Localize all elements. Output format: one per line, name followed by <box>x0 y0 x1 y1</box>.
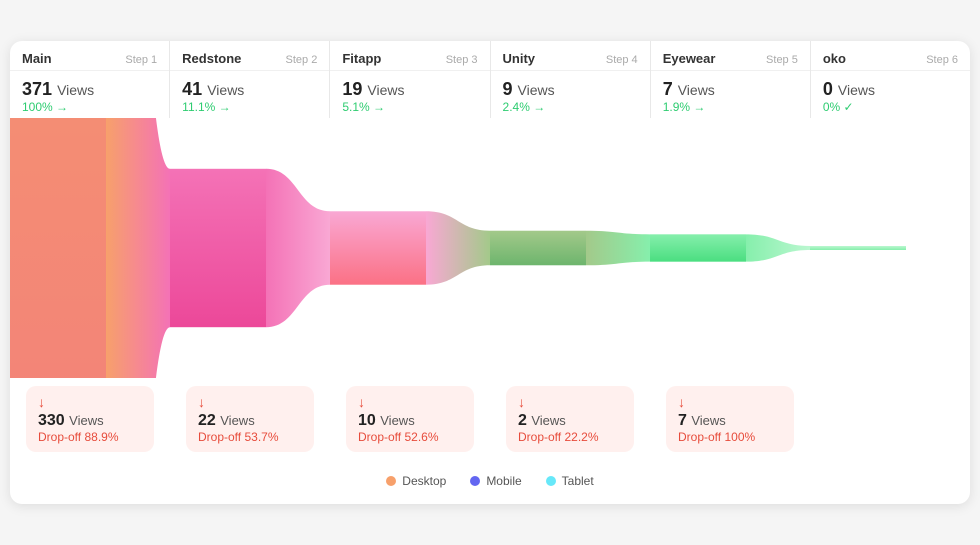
step-col-5: oko Step 6 0 Views0% ✓ <box>811 41 970 118</box>
step-name-5: oko <box>823 51 846 66</box>
step-col-3: Unity Step 4 9 Views2.4% → <box>491 41 651 118</box>
legend-item-2: Tablet <box>546 474 594 488</box>
dropoff-pct-3: Drop-off 22.2% <box>518 430 622 444</box>
views-pct-5: 0% ✓ <box>823 100 958 114</box>
dropoff-pct-2: Drop-off 52.6% <box>358 430 462 444</box>
dropoff-arrow-icon-0: ↓ <box>38 394 142 410</box>
views-count-5: 0 Views <box>823 79 958 100</box>
step-name-3: Unity <box>503 51 536 66</box>
views-count-0: 371 Views <box>22 79 157 100</box>
step-views-0: 371 Views100% → <box>10 71 169 118</box>
step-views-4: 7 Views1.9% → <box>651 71 810 118</box>
dropoff-col-2: ↓ 10 ViewsDrop-off 52.6% <box>330 378 490 464</box>
step-name-2: Fitapp <box>342 51 381 66</box>
step-views-1: 41 Views11.1% → <box>170 71 329 118</box>
dropoff-col-5 <box>810 378 970 464</box>
step-col-4: Eyewear Step 5 7 Views1.9% → <box>651 41 811 118</box>
step-views-3: 9 Views2.4% → <box>491 71 650 118</box>
step-name-4: Eyewear <box>663 51 716 66</box>
step-header-4: Eyewear Step 5 <box>651 41 810 71</box>
dropoff-col-3: ↓ 2 ViewsDrop-off 22.2% <box>490 378 650 464</box>
step-label-4: Step 5 <box>766 54 798 66</box>
views-pct-0: 100% → <box>22 100 157 114</box>
legend-label-2: Tablet <box>562 474 594 488</box>
step-views-2: 19 Views5.1% → <box>330 71 489 118</box>
legend-item-0: Desktop <box>386 474 446 488</box>
views-pct-3: 2.4% → <box>503 100 638 114</box>
views-count-3: 9 Views <box>503 79 638 100</box>
dropoff-col-4: ↓ 7 ViewsDrop-off 100% <box>650 378 810 464</box>
step-header-2: Fitapp Step 3 <box>330 41 489 71</box>
dropoff-col-0: ↓ 330 ViewsDrop-off 88.9% <box>10 378 170 464</box>
step-col-1: Redstone Step 2 41 Views11.1% → <box>170 41 330 118</box>
step-name-0: Main <box>22 51 52 66</box>
legend-dot-2 <box>546 476 556 486</box>
step-label-5: Step 6 <box>926 54 958 66</box>
dropoff-views-count-2: 10 Views <box>358 412 462 430</box>
legend-dot-1 <box>470 476 480 486</box>
dropoff-card-1: ↓ 22 ViewsDrop-off 53.7% <box>186 386 314 452</box>
dropoff-arrow-icon-4: ↓ <box>678 394 782 410</box>
dropoff-views-count-3: 2 Views <box>518 412 622 430</box>
views-count-2: 19 Views <box>342 79 477 100</box>
dropoff-card-3: ↓ 2 ViewsDrop-off 22.2% <box>506 386 634 452</box>
step-label-0: Step 1 <box>125 54 157 66</box>
legend-dot-0 <box>386 476 396 486</box>
dropoff-arrow-icon-1: ↓ <box>198 394 302 410</box>
step-col-0: Main Step 1 371 Views100% → <box>10 41 170 118</box>
step-header-3: Unity Step 4 <box>491 41 650 71</box>
views-count-4: 7 Views <box>663 79 798 100</box>
dropoff-col-1: ↓ 22 ViewsDrop-off 53.7% <box>170 378 330 464</box>
dropoff-card-2: ↓ 10 ViewsDrop-off 52.6% <box>346 386 474 452</box>
dropoff-card-4: ↓ 7 ViewsDrop-off 100% <box>666 386 794 452</box>
dropoff-card-0: ↓ 330 ViewsDrop-off 88.9% <box>26 386 154 452</box>
dropoff-arrow-icon-2: ↓ <box>358 394 462 410</box>
step-views-5: 0 Views0% ✓ <box>811 71 970 118</box>
legend-label-0: Desktop <box>402 474 446 488</box>
views-pct-4: 1.9% → <box>663 100 798 114</box>
dropoff-arrow-icon-3: ↓ <box>518 394 622 410</box>
legend-label-1: Mobile <box>486 474 521 488</box>
dropoff-row: ↓330 ViewsDrop-off 88.9%↓22 ViewsDrop-of… <box>10 378 970 464</box>
step-label-2: Step 3 <box>446 54 478 66</box>
dropoff-views-count-1: 22 Views <box>198 412 302 430</box>
legend-item-1: Mobile <box>470 474 521 488</box>
step-col-2: Fitapp Step 3 19 Views5.1% → <box>330 41 490 118</box>
step-label-3: Step 4 <box>606 54 638 66</box>
step-label-1: Step 2 <box>286 54 318 66</box>
views-pct-2: 5.1% → <box>342 100 477 114</box>
dropoff-views-count-4: 7 Views <box>678 412 782 430</box>
dropoff-pct-1: Drop-off 53.7% <box>198 430 302 444</box>
views-count-1: 41 Views <box>182 79 317 100</box>
funnel-container: Main Step 1 371 Views100% → Redstone Step 2 4… <box>10 41 970 118</box>
views-pct-1: 11.1% → <box>182 100 317 114</box>
dropoff-pct-0: Drop-off 88.9% <box>38 430 142 444</box>
step-header-5: oko Step 6 <box>811 41 970 71</box>
dropoff-views-count-0: 330 Views <box>38 412 142 430</box>
funnel-card: Main Step 1 371 Views100% → Redstone Step 2 4… <box>10 41 970 504</box>
step-name-1: Redstone <box>182 51 241 66</box>
step-header-0: Main Step 1 <box>10 41 169 71</box>
funnel-visualization <box>10 118 970 378</box>
legend: Desktop Mobile Tablet <box>10 464 970 488</box>
step-header-1: Redstone Step 2 <box>170 41 329 71</box>
dropoff-pct-4: Drop-off 100% <box>678 430 782 444</box>
